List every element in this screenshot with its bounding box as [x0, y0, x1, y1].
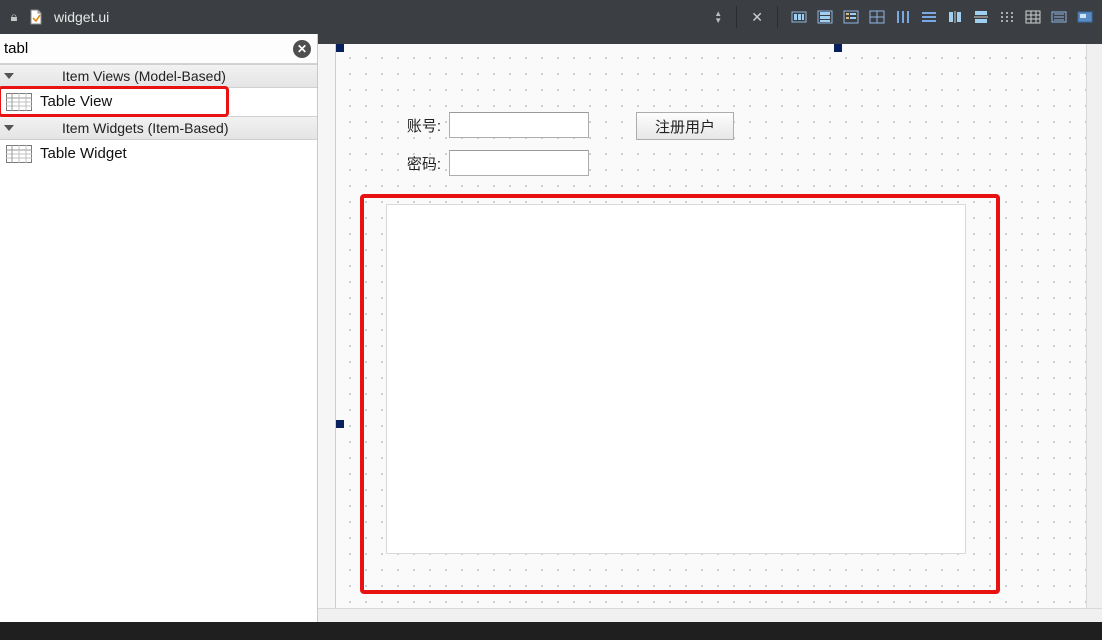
widget-item-label: Table Widget	[40, 145, 127, 162]
grid-dots-icon[interactable]	[996, 6, 1018, 28]
password-row: 密码:	[391, 150, 589, 176]
widget-item-table-view[interactable]: Table View	[0, 88, 317, 116]
preview-icon[interactable]	[1074, 6, 1096, 28]
category-header[interactable]: Item Views (Model-Based)	[0, 64, 317, 88]
updown-spinner-icon[interactable]: ▲▼	[710, 7, 726, 27]
layout-form-icon[interactable]	[840, 6, 862, 28]
break-layout-icon[interactable]	[1048, 6, 1070, 28]
widget-box-panel: ✕ Item Views (Model-Based) Table View It…	[0, 34, 318, 622]
category-header[interactable]: Item Widgets (Item-Based)	[0, 116, 317, 140]
category-label: Item Widgets (Item-Based)	[62, 120, 229, 136]
layout-toolbar	[788, 6, 1096, 28]
vertical-scrollbar[interactable]	[1086, 44, 1102, 608]
canvas-top-gutter	[318, 34, 1102, 44]
design-canvas[interactable]: 账号: 密码: 注册用户	[318, 34, 1102, 622]
layout-horizontal-icon[interactable]	[788, 6, 810, 28]
selection-handle[interactable]	[336, 44, 344, 52]
account-label: 账号:	[391, 115, 441, 136]
expand-icon	[4, 73, 14, 79]
separator	[736, 6, 737, 28]
table-view-icon	[6, 93, 32, 111]
expand-icon	[4, 125, 14, 131]
open-file-name: widget.ui	[54, 9, 109, 25]
selection-handle[interactable]	[336, 420, 344, 428]
grid-lines-icon[interactable]	[1022, 6, 1044, 28]
widget-filter-row: ✕	[0, 34, 317, 64]
password-input[interactable]	[449, 150, 589, 176]
lock-icon: 🔒︎	[6, 9, 22, 25]
layout-rows-icon[interactable]	[918, 6, 940, 28]
h-splitter-icon[interactable]	[944, 6, 966, 28]
ui-file-icon	[28, 9, 44, 25]
taskbar-strip	[0, 622, 1102, 640]
selection-handle[interactable]	[834, 44, 842, 52]
widget-item-label: Table View	[40, 93, 112, 110]
category-label: Item Views (Model-Based)	[62, 68, 226, 84]
close-tab-button[interactable]: ✕	[747, 9, 767, 26]
clear-filter-button[interactable]: ✕	[293, 40, 311, 58]
v-splitter-icon[interactable]	[970, 6, 992, 28]
horizontal-scrollbar[interactable]	[318, 608, 1102, 622]
layout-columns-icon[interactable]	[892, 6, 914, 28]
layout-vertical-icon[interactable]	[814, 6, 836, 28]
account-row: 账号:	[391, 112, 589, 138]
layout-grid-icon[interactable]	[866, 6, 888, 28]
register-user-button[interactable]: 注册用户	[636, 112, 734, 140]
account-input[interactable]	[449, 112, 589, 138]
canvas-left-gutter	[318, 44, 336, 608]
widget-filter-input[interactable]	[4, 40, 287, 57]
widget-item-table-widget[interactable]: Table Widget	[0, 140, 317, 168]
table-view-placeholder[interactable]	[386, 204, 966, 554]
form-surface[interactable]: 账号: 密码: 注册用户	[336, 44, 1086, 608]
password-label: 密码:	[391, 153, 441, 174]
top-toolbar: 🔒︎ widget.ui ▲▼ ✕	[0, 0, 1102, 34]
table-widget-icon	[6, 145, 32, 163]
separator	[777, 6, 778, 28]
